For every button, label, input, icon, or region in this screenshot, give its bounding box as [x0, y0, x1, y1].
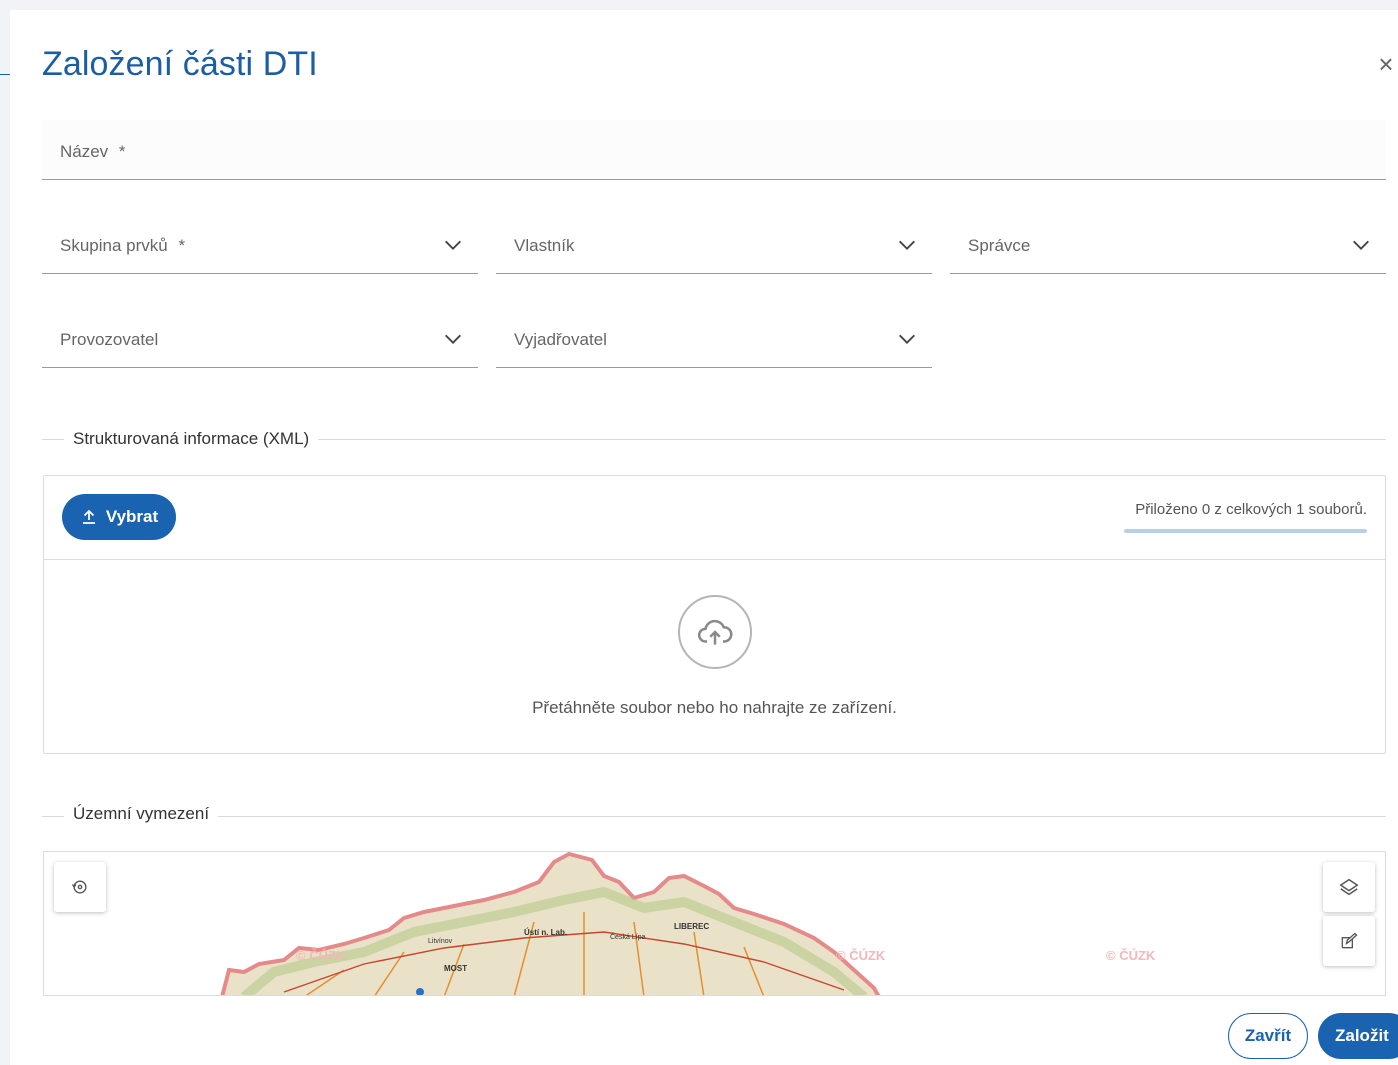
- map-label-litvinov: Litvínov: [428, 938, 453, 945]
- cloud-upload-icon: [678, 595, 752, 669]
- upload-header: Vybrat Přiloženo 0 z celkových 1 souborů…: [44, 476, 1385, 560]
- chevron-down-icon: [899, 240, 915, 250]
- vyjadrovatel-label: Vyjadřovatel: [514, 330, 607, 349]
- chevron-down-icon: [1353, 240, 1369, 250]
- map-watermark: © ČÚZK: [836, 948, 886, 963]
- close-icon[interactable]: ×: [1374, 50, 1398, 78]
- czech-map-image: [220, 852, 881, 995]
- skupina-prvku-required-mark: *: [178, 236, 186, 255]
- edit-icon: [1341, 932, 1358, 949]
- map-watermark: © ČÚZK: [296, 948, 346, 963]
- provozovatel-select[interactable]: Provozovatel: [42, 308, 478, 368]
- vlastnik-select[interactable]: Vlastník: [496, 214, 932, 274]
- xml-upload-area: Vybrat Přiloženo 0 z celkových 1 souborů…: [43, 475, 1386, 754]
- skupina-prvku-label: Skupina prvků *: [60, 236, 185, 256]
- nazev-label-text: Název: [60, 142, 109, 161]
- history-icon: [71, 880, 87, 894]
- nazev-field[interactable]: Název *: [42, 120, 1386, 180]
- layers-icon: [1339, 878, 1359, 896]
- map-label-usti: Ústí n. Lab.: [524, 928, 568, 937]
- skupina-prvku-select[interactable]: Skupina prvků *: [42, 214, 478, 274]
- chevron-down-icon: [445, 240, 461, 250]
- skupina-prvku-label-text: Skupina prvků: [60, 236, 168, 255]
- map-layers-button[interactable]: [1323, 862, 1375, 912]
- spravce-label: Správce: [968, 236, 1031, 255]
- dialog-title: Založení části DTI: [42, 45, 318, 83]
- create-button[interactable]: Založit: [1318, 1013, 1398, 1059]
- map-view[interactable]: © ČÚZK © ČÚZK © ČÚZK Liberec Ústí n. Lab…: [43, 851, 1386, 996]
- nazev-required-mark: *: [118, 142, 126, 161]
- map-watermark: © ČÚZK: [1106, 948, 1156, 963]
- vlastnik-label: Vlastník: [514, 236, 575, 255]
- territory-section-divider: [42, 816, 1386, 817]
- vyjadrovatel-select[interactable]: Vyjadřovatel: [496, 308, 932, 368]
- map-edit-button[interactable]: [1323, 916, 1375, 966]
- map-label-most: Most: [444, 964, 468, 973]
- provozovatel-label: Provozovatel: [60, 330, 159, 349]
- create-dti-part-dialog: Založení části DTI × Název * Skupina prv…: [10, 10, 1398, 1065]
- upload-progress-text: Přiloženo 0 z celkových 1 souborů.: [1135, 501, 1367, 518]
- chevron-down-icon: [445, 334, 461, 344]
- select-file-button[interactable]: Vybrat: [62, 494, 176, 540]
- nazev-label: Název *: [60, 142, 126, 162]
- upload-progress-bar: [1124, 529, 1367, 533]
- drop-zone-text: Přetáhněte soubor nebo ho nahrajte ze za…: [532, 698, 897, 717]
- map-label-ceska-lipa: Česká Lípa: [610, 934, 646, 941]
- territory-section-legend: Územní vymezení: [64, 804, 219, 824]
- close-button[interactable]: Zavřít: [1228, 1013, 1308, 1059]
- xml-section-legend: Strukturovaná informace (XML): [64, 429, 319, 449]
- upload-icon: [82, 509, 95, 524]
- spravce-select[interactable]: Správce: [950, 214, 1386, 274]
- map-label-liberec: Liberec: [674, 922, 710, 931]
- map-history-button[interactable]: [54, 862, 106, 912]
- chevron-down-icon: [899, 334, 915, 344]
- select-file-button-label: Vybrat: [105, 507, 159, 526]
